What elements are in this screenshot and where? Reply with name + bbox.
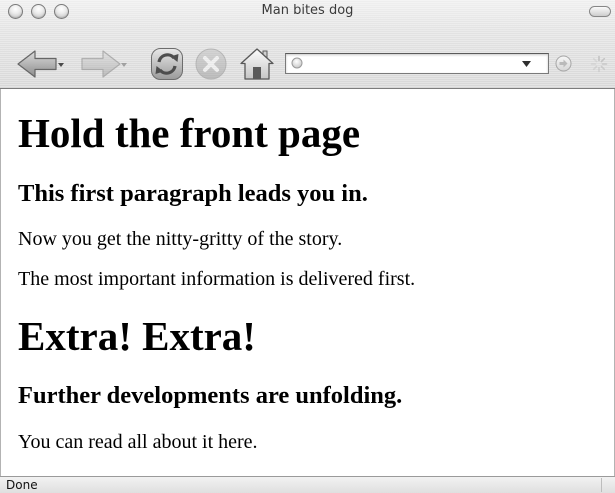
back-arrow-icon: [17, 50, 57, 78]
chevron-down-icon[interactable]: [522, 61, 531, 67]
paragraph: You can read all about it here.: [18, 431, 258, 453]
url-input[interactable]: [308, 55, 516, 71]
home-icon: [240, 48, 274, 80]
stop-button[interactable]: [194, 47, 228, 81]
chevron-down-icon: [58, 63, 64, 67]
browser-window: Man bites dog Hold the front page This f…: [0, 0, 615, 493]
window-title: Man bites dog: [261, 3, 354, 18]
reload-icon: [151, 48, 183, 80]
page-heading: Extra! Extra!: [18, 313, 256, 359]
window-chrome: Man bites dog: [0, 0, 615, 89]
chevron-down-icon: [121, 63, 127, 67]
page-subheading: This first paragraph leads you in.: [18, 180, 368, 207]
paragraph: Now you get the nitty-gritty of the stor…: [18, 228, 343, 250]
page-heading: Hold the front page: [18, 110, 361, 156]
status-bar: Done: [0, 476, 615, 493]
back-button[interactable]: [16, 49, 58, 79]
page-subheading: Further developments are unfolding.: [18, 382, 403, 409]
address-bar[interactable]: [285, 53, 549, 74]
go-button[interactable]: [555, 55, 572, 72]
toolbar-toggle-button[interactable]: [589, 6, 611, 17]
throbber: [590, 55, 608, 73]
resize-grip[interactable]: [601, 478, 614, 492]
page-proxy-icon[interactable]: [291, 57, 303, 69]
forward-arrow-icon: [81, 50, 121, 78]
forward-button[interactable]: [80, 49, 122, 79]
back-history-menu-button[interactable]: [58, 63, 64, 67]
page-content: Hold the front page This first paragraph…: [0, 89, 615, 476]
status-text: Done: [6, 478, 38, 492]
throbber-icon: [590, 55, 608, 73]
reload-button[interactable]: [150, 47, 184, 81]
home-button[interactable]: [239, 46, 275, 82]
go-arrow-icon: [555, 55, 572, 72]
paragraph: The most important information is delive…: [18, 268, 416, 290]
stop-icon: [195, 48, 227, 80]
forward-history-menu-button[interactable]: [121, 63, 127, 67]
